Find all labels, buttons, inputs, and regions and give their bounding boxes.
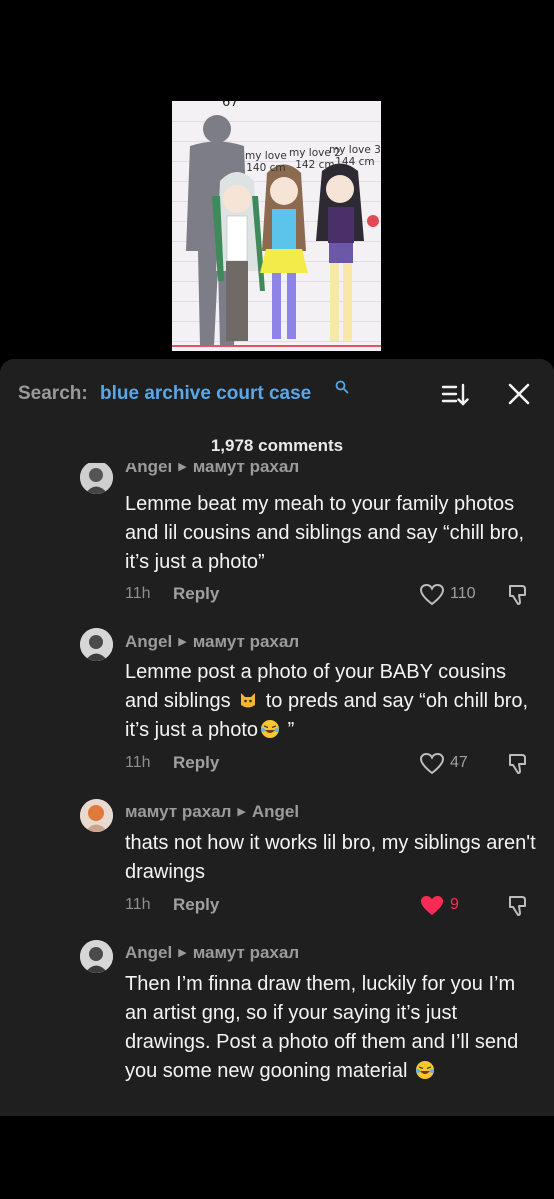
reply-arrow-icon: ▶ — [178, 463, 187, 473]
like-count: 110 — [450, 585, 476, 602]
like-button[interactable]: 9 — [419, 894, 479, 918]
comment-header: Angel ▶ мамут рахал — [125, 463, 299, 477]
reply-button[interactable]: Reply — [173, 753, 219, 773]
avatar[interactable] — [80, 463, 113, 494]
avatar[interactable] — [80, 940, 113, 973]
comment-time: 11h — [125, 896, 151, 913]
height-label-3: my love 3 144 cm — [329, 144, 381, 168]
comments-sheet: Search: blue archive court case 1,978 co… — [0, 359, 554, 1116]
like-button[interactable]: 47 — [419, 752, 479, 776]
search-query-link[interactable]: blue archive court case — [100, 383, 311, 405]
heart-icon — [419, 752, 445, 775]
avatar[interactable] — [80, 628, 113, 661]
dislike-icon[interactable] — [505, 583, 529, 607]
video-preview[interactable]: 67 my love 140 cm my love 2 142 cm my lo… — [172, 101, 381, 351]
comment-reply-to[interactable]: Angel — [252, 802, 299, 821]
sort-icon[interactable] — [441, 383, 469, 407]
heart-icon — [419, 583, 445, 606]
dislike-icon[interactable] — [505, 752, 529, 776]
comments-count: 1,978 comments — [210, 436, 344, 455]
cat-emoji-icon — [238, 690, 258, 710]
height-label-1: my love 140 cm — [245, 150, 287, 174]
like-count: 47 — [450, 754, 468, 771]
comment-header: мамут рахал ▶ Angel — [125, 802, 299, 822]
comment-username[interactable]: мамут рахал — [125, 802, 231, 821]
comment-meta: 11h Reply 47 — [125, 752, 554, 776]
comment-text: thats not how it works lil bro, my sibli… — [125, 832, 536, 883]
laughing-emoji-icon — [260, 719, 280, 739]
avatar[interactable] — [80, 799, 113, 832]
reply-arrow-icon: ▶ — [178, 636, 187, 648]
dislike-icon[interactable] — [505, 894, 529, 918]
reply-arrow-icon: ▶ — [237, 806, 246, 818]
comment-username[interactable]: Angel — [125, 943, 172, 962]
search-prefix: Search: — [18, 383, 88, 404]
comment-reply-to[interactable]: мамут рахал — [193, 632, 299, 651]
heart-filled-icon — [421, 896, 443, 915]
search-bar[interactable]: Search: blue archive court case — [18, 380, 554, 411]
laughing-emoji-icon — [415, 1060, 435, 1080]
comment-text: Lemme beat my meah to your family photos… — [125, 493, 525, 573]
reply-button[interactable]: Reply — [173, 584, 219, 604]
comment-time: 11h — [125, 754, 151, 771]
close-icon[interactable] — [506, 381, 532, 407]
comment-list[interactable]: Angel ▶ мамут рахал Lemme beat my meah to … — [0, 463, 554, 1116]
comment-reply-to[interactable]: мамут рахал — [193, 463, 299, 476]
comment-username[interactable]: Angel — [125, 632, 172, 651]
comment-text: Lemme post a photo of your BABY cousins … — [125, 661, 529, 741]
bottom-bar — [0, 1116, 554, 1199]
comment-meta: 11h Reply 9 — [125, 894, 554, 918]
reply-button[interactable]: Reply — [173, 895, 219, 915]
baseline — [172, 345, 381, 347]
comment-reply-to[interactable]: мамут рахал — [193, 943, 299, 962]
comment-header: Angel ▶ мамут рахал — [125, 943, 299, 963]
comment-time: 11h — [125, 585, 151, 602]
comment-username[interactable]: Angel — [125, 463, 172, 476]
search-icon — [335, 380, 349, 394]
like-button[interactable]: 110 — [419, 583, 479, 607]
comment-header: Angel ▶ мамут рахал — [125, 632, 299, 652]
silhouette-figure — [186, 115, 379, 346]
comment-text: Then I’m finna draw them, luckily for yo… — [125, 973, 519, 1082]
comment-meta: 11h Reply 110 — [125, 583, 554, 607]
reply-arrow-icon: ▶ — [178, 947, 187, 959]
like-count: 9 — [450, 896, 459, 913]
